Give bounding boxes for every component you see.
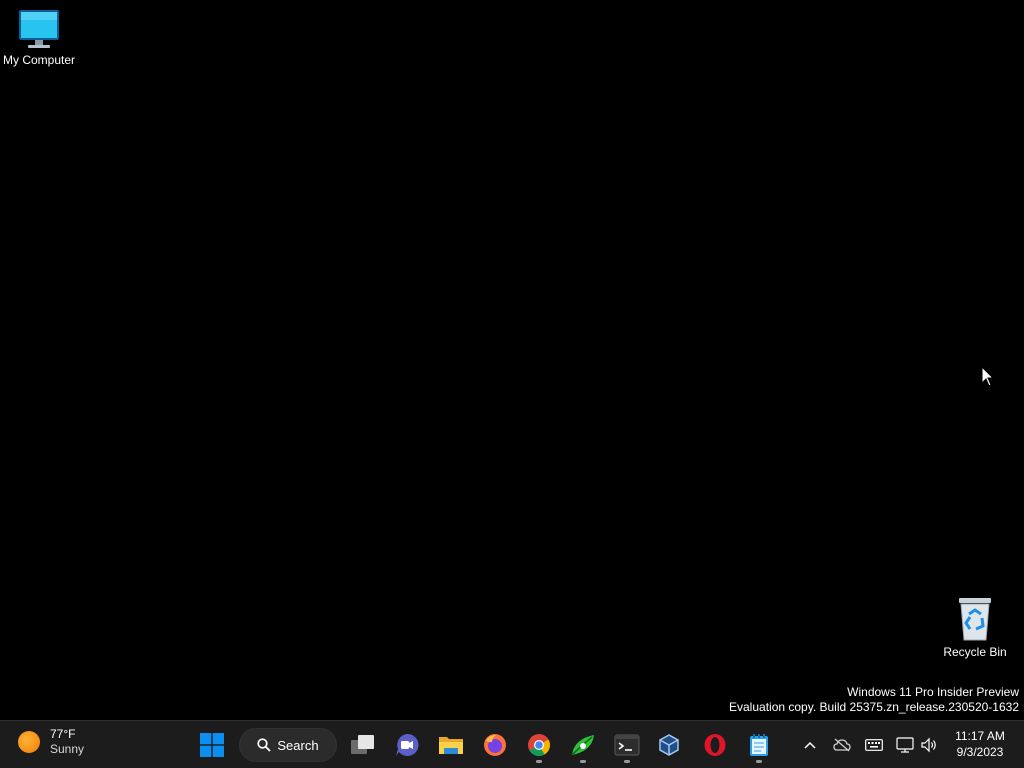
running-indicator [624, 760, 630, 763]
watermark-line-2: Evaluation copy. Build 25375.zn_release.… [729, 700, 1019, 714]
clock-date: 9/3/2023 [956, 745, 1004, 759]
taskbar-app-notepad[interactable] [741, 727, 777, 763]
taskbar: 77°F Sunny Search 11:17 AM 9/3/2023 [0, 720, 1024, 768]
computer-monitor-icon [19, 10, 59, 48]
recycle-bin-icon [959, 598, 991, 641]
firefox-icon [484, 734, 506, 756]
mouse-pointer-icon [981, 366, 995, 387]
desktop-icon-label: Recycle Bin [943, 645, 1007, 659]
evaluation-watermark: Windows 11 Pro Insider Preview Evaluatio… [729, 685, 1019, 715]
keyboard-icon [865, 739, 883, 751]
taskbar-app-opera[interactable] [697, 727, 733, 763]
touch-keyboard-button[interactable] [864, 735, 884, 755]
network-tray-button[interactable] [895, 735, 915, 755]
show-hidden-icons-button[interactable] [800, 735, 820, 755]
folder-icon [439, 737, 463, 754]
weather-temperature: 77°F [50, 727, 76, 741]
clock-time: 11:17 AM [955, 729, 1005, 743]
onedrive-tray-button[interactable] [832, 735, 852, 755]
search-icon [257, 738, 272, 752]
running-indicator [580, 760, 586, 763]
virtualbox-icon [659, 734, 679, 756]
leaf-app-icon [571, 735, 594, 756]
sunny-weather-icon [18, 731, 40, 753]
task-view-icon [351, 735, 374, 754]
volume-tray-button[interactable] [919, 735, 939, 755]
weather-condition: Sunny [50, 742, 85, 756]
search-label: Search [277, 737, 319, 753]
running-indicator [756, 760, 762, 763]
cloud-offline-icon [833, 738, 851, 752]
running-indicator [536, 760, 542, 763]
chevron-up-icon [804, 741, 816, 749]
taskbar-search-box[interactable]: Search [239, 728, 337, 762]
taskbar-app-firefox[interactable] [477, 727, 513, 763]
start-button[interactable] [194, 727, 230, 763]
taskbar-clock[interactable]: 11:17 AM 9/3/2023 [946, 728, 1014, 760]
teams-chat-icon [396, 733, 419, 756]
weather-widget[interactable]: 77°F Sunny [18, 727, 84, 757]
windows-logo-icon [200, 733, 224, 757]
taskbar-app-task-view[interactable] [345, 727, 381, 763]
watermark-line-1: Windows 11 Pro Insider Preview [847, 685, 1019, 699]
taskbar-app-chrome[interactable] [521, 727, 557, 763]
taskbar-app-virtualbox[interactable] [651, 727, 687, 763]
desktop-icon-my-computer[interactable]: My Computer [0, 8, 78, 67]
terminal-icon [614, 734, 640, 756]
network-ethernet-icon [896, 737, 914, 753]
notepad-icon [750, 734, 768, 756]
desktop-icon-label: My Computer [2, 53, 76, 67]
chrome-icon [528, 734, 550, 756]
taskbar-app-teams-chat[interactable] [389, 727, 425, 763]
taskbar-app-file-explorer[interactable] [433, 727, 469, 763]
taskbar-app-green-app[interactable] [565, 727, 601, 763]
taskbar-app-terminal[interactable] [609, 727, 645, 763]
opera-icon [704, 734, 726, 756]
desktop-icon-recycle-bin[interactable]: Recycle Bin [936, 596, 1014, 659]
speaker-icon [921, 737, 936, 753]
